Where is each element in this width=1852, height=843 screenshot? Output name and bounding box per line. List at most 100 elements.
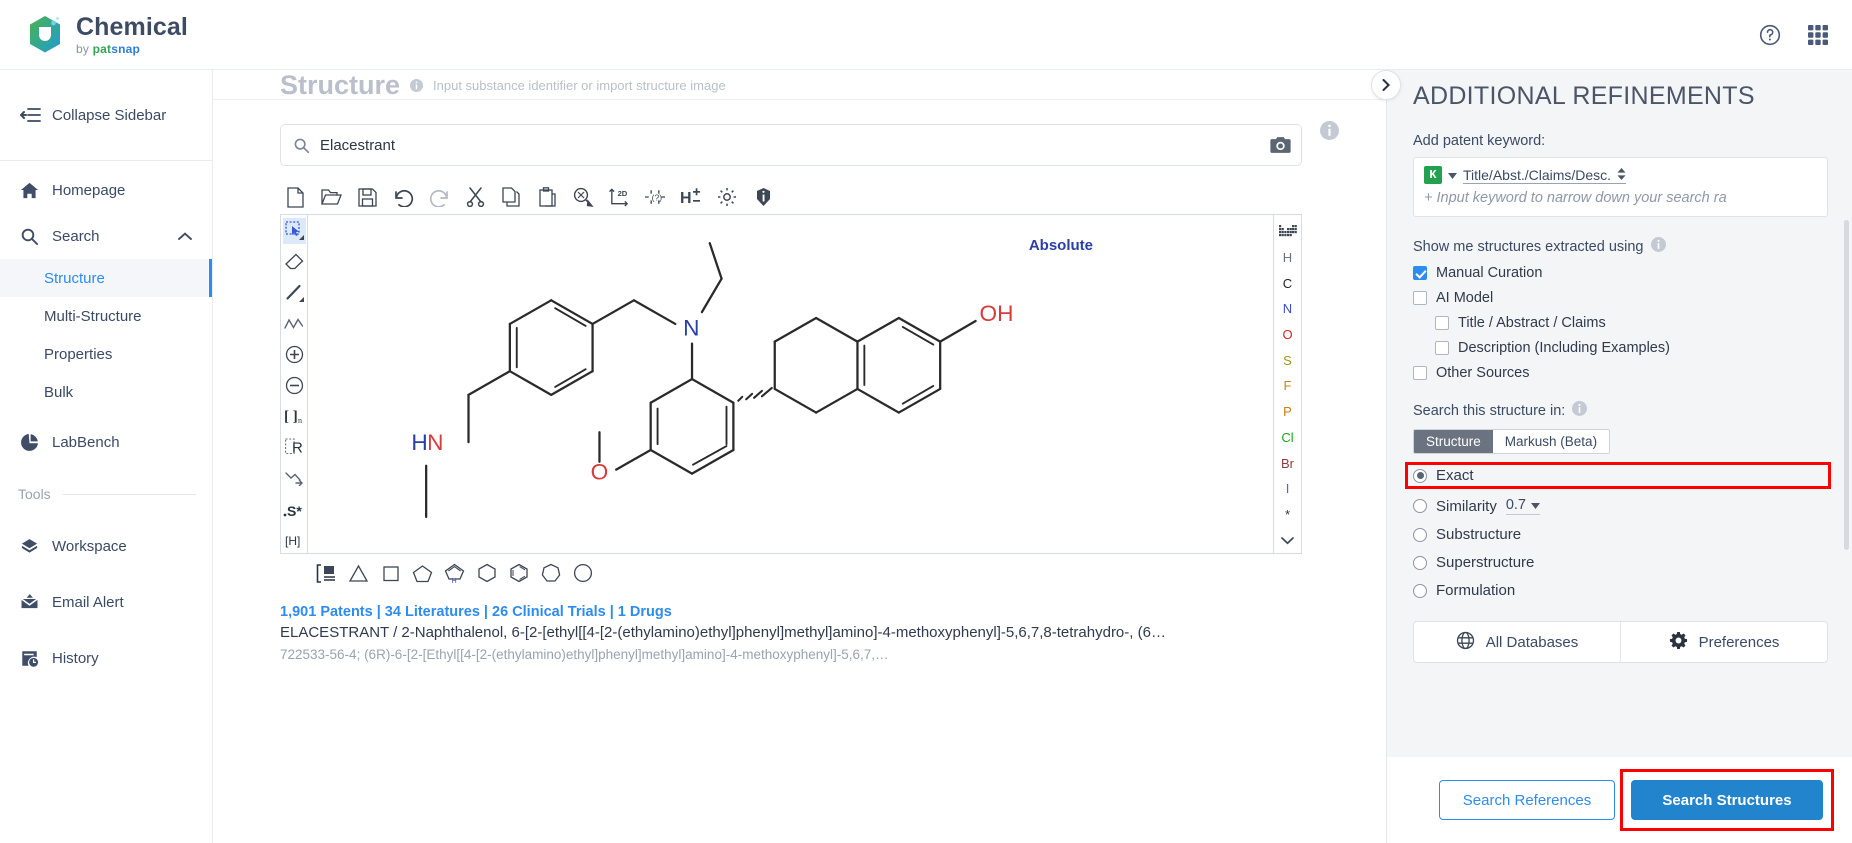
sidebar-item-bulk[interactable]: Bulk	[0, 373, 212, 411]
checkbox-description-including-examples[interactable]: Description (Including Examples)	[1435, 340, 1828, 356]
save-disk-icon[interactable]	[356, 186, 378, 208]
apps-grid-icon[interactable]	[1806, 23, 1830, 47]
reaction-arrow-icon[interactable]	[283, 465, 306, 491]
query-bond-icon[interactable]: (?)	[644, 186, 666, 208]
benzene-icon[interactable]	[507, 562, 530, 585]
search-structures-button[interactable]: Search Structures	[1631, 780, 1823, 820]
element-button-f[interactable]: F	[1274, 373, 1301, 399]
checkbox-icon-checked	[1413, 266, 1427, 280]
hydrogen-toggle-icon[interactable]: H	[680, 186, 702, 208]
sidebar-item-multi-structure[interactable]: Multi-Structure	[0, 297, 212, 335]
preferences-label: Preferences	[1698, 633, 1780, 651]
chain-icon[interactable]	[283, 311, 306, 337]
extracted-info-icon[interactable]	[1650, 237, 1666, 256]
checkbox-icon	[1413, 291, 1427, 305]
brand-logo-area[interactable]: Chemical by patsnap	[26, 14, 188, 56]
sidebar-item-history[interactable]: History	[0, 635, 212, 681]
molecule-canvas[interactable]: Absolute H N N O OH	[307, 214, 1274, 554]
element-button-c[interactable]: C	[1274, 270, 1301, 296]
element-button-cl[interactable]: Cl	[1274, 425, 1301, 451]
chevron-down-icon[interactable]	[1274, 527, 1301, 553]
sidebar-item-email-alert[interactable]: Email Alert	[0, 579, 212, 625]
cyclooctane-icon[interactable]	[571, 562, 594, 585]
r-group-icon[interactable]: R	[283, 434, 306, 460]
cyclohexane-hexagon-icon[interactable]	[475, 562, 498, 585]
tab-markush-beta[interactable]: Markush (Beta)	[1492, 430, 1610, 453]
copy-icon[interactable]	[500, 186, 522, 208]
substance-search-box[interactable]	[280, 124, 1302, 166]
paste-icon[interactable]	[536, 186, 558, 208]
page-title-info-icon[interactable]	[410, 79, 424, 96]
keyword-placeholder-text[interactable]: + Input keyword to narrow down your sear…	[1424, 190, 1817, 206]
sidebar-item-structure[interactable]: Structure	[0, 259, 212, 297]
charge-plus-icon[interactable]	[283, 342, 306, 368]
bracket-n-icon[interactable]: [ ] n	[283, 403, 306, 429]
charge-minus-icon[interactable]	[283, 373, 306, 399]
new-file-icon[interactable]	[284, 186, 306, 208]
radio-formulation[interactable]: Formulation	[1413, 582, 1828, 599]
element-button-s[interactable]: S	[1274, 347, 1301, 373]
element-button-i[interactable]: I	[1274, 476, 1301, 502]
sidebar-item-properties[interactable]: Properties	[0, 335, 212, 373]
checkbox-other-sources[interactable]: Other Sources	[1413, 365, 1828, 381]
stereo-s-icon[interactable]: S*	[283, 496, 306, 522]
help-circle-icon[interactable]	[1758, 23, 1782, 47]
radio-superstructure[interactable]: Superstructure	[1413, 554, 1828, 571]
eraser-icon[interactable]	[283, 249, 306, 275]
element-button-n[interactable]: N	[1274, 296, 1301, 322]
panel-scrollbar[interactable]	[1844, 220, 1849, 550]
radio-similarity[interactable]: Similarity 0.7	[1413, 497, 1828, 515]
periodic-table-icon[interactable]	[1274, 219, 1301, 245]
search-input[interactable]	[320, 136, 1265, 154]
template-icon[interactable]	[315, 562, 338, 585]
cut-scissors-icon[interactable]	[464, 186, 486, 208]
atom-label-n-center: N	[683, 316, 699, 341]
layout-2d-icon[interactable]: 2D	[608, 186, 630, 208]
explicit-hydrogen-icon[interactable]: [H]	[283, 527, 306, 553]
undo-icon[interactable]	[392, 186, 414, 208]
similarity-threshold-select[interactable]: 0.7	[1505, 497, 1541, 515]
element-button-o[interactable]: O	[1274, 322, 1301, 348]
cycloheptane-icon[interactable]	[539, 562, 562, 585]
zoom-select-icon[interactable]	[572, 186, 594, 208]
radio-exact[interactable]: Exact	[1405, 462, 1831, 489]
element-button-p[interactable]: P	[1274, 399, 1301, 425]
select-lasso-icon[interactable]	[282, 218, 306, 244]
checkbox-manual-curation[interactable]: Manual Curation	[1413, 265, 1828, 281]
radio-substructure[interactable]: Substructure	[1413, 526, 1828, 543]
bond-single-icon[interactable]	[283, 280, 306, 306]
info-filled-icon[interactable]	[752, 186, 774, 208]
chevron-right-icon[interactable]	[1371, 70, 1401, 100]
element-button-h[interactable]: H	[1274, 245, 1301, 271]
search-in-info-icon[interactable]	[1572, 401, 1588, 420]
pyrrole-icon[interactable]: H	[443, 562, 466, 585]
keyword-field-select[interactable]: Title/Abst./Claims/Desc.	[1463, 167, 1627, 184]
camera-icon[interactable]	[1265, 130, 1295, 160]
sidebar-item-labbench[interactable]: LabBench	[0, 419, 212, 465]
all-databases-button[interactable]: All Databases	[1414, 622, 1620, 662]
checkbox-title-abstract-claims[interactable]: Title / Abstract / Claims	[1435, 315, 1828, 331]
collapse-sidebar-button[interactable]: Collapse Sidebar	[0, 92, 212, 138]
cyclobutane-square-icon[interactable]	[379, 562, 402, 585]
sidebar-item-search[interactable]: Search	[0, 213, 212, 259]
tab-structure[interactable]: Structure	[1414, 430, 1493, 453]
keyword-badge-icon: K	[1424, 166, 1442, 184]
cyclopentane-pentagon-icon[interactable]	[411, 562, 434, 585]
open-folder-icon[interactable]	[320, 186, 342, 208]
element-button-br[interactable]: Br	[1274, 450, 1301, 476]
sidebar-label-workspace: Workspace	[52, 537, 127, 555]
settings-gear-icon[interactable]	[716, 186, 738, 208]
cyclopropane-triangle-icon[interactable]	[347, 562, 370, 585]
sidebar-item-workspace[interactable]: Workspace	[0, 523, 212, 569]
keyword-badge-chevron-down-icon[interactable]	[1448, 166, 1457, 184]
search-references-button[interactable]: Search References	[1439, 780, 1615, 820]
checkbox-ai-model[interactable]: AI Model	[1413, 290, 1828, 306]
preferences-button[interactable]: Preferences	[1621, 622, 1827, 662]
redo-icon[interactable]	[428, 186, 450, 208]
result-counts-links[interactable]: 1,901 Patents | 34 Literatures | 26 Clin…	[280, 604, 1320, 620]
patent-keyword-box[interactable]: K Title/Abst./Claims/Desc. + Input keywo…	[1413, 157, 1828, 217]
page-header: Structure Input substance identifier or …	[213, 70, 1386, 97]
search-info-icon[interactable]	[1320, 121, 1339, 145]
element-button-any[interactable]: *	[1274, 502, 1301, 528]
sidebar-item-homepage[interactable]: Homepage	[0, 167, 212, 213]
